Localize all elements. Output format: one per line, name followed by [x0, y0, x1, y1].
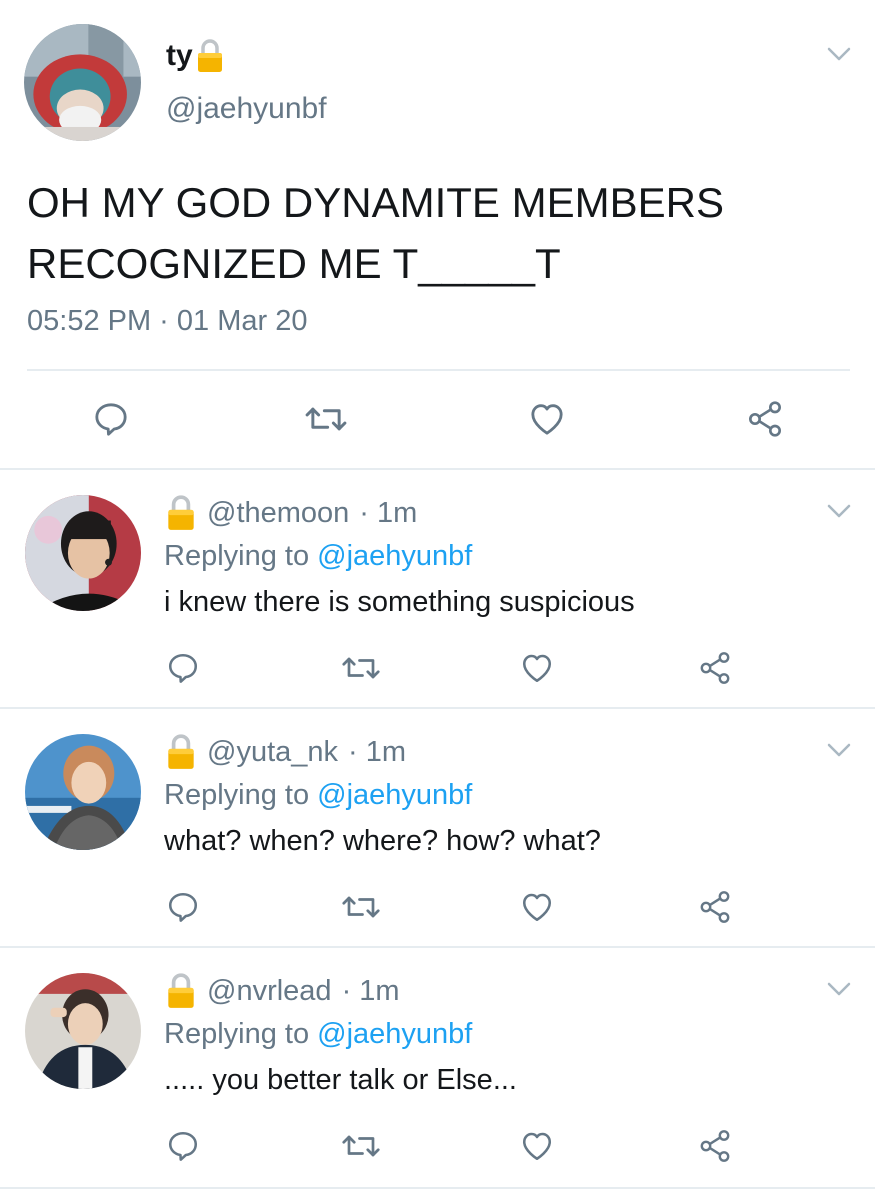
reply-button[interactable] [88, 398, 134, 440]
reply-button[interactable] [164, 650, 202, 686]
chevron-down-icon[interactable] [827, 47, 851, 61]
retweet-icon [305, 407, 347, 431]
share-icon [700, 891, 730, 923]
reply-tweet[interactable]: @nvrlead · 1m Replying to @jaehyunbf ...… [0, 948, 875, 1188]
lock-icon [165, 733, 197, 771]
chevron-down-icon[interactable] [827, 982, 851, 996]
share-button[interactable] [696, 889, 734, 925]
main-display-name-row[interactable]: ty [166, 38, 225, 74]
reply-header[interactable]: @nvrlead · 1m [165, 972, 400, 1010]
like-button[interactable] [524, 398, 570, 440]
avatar-image [25, 734, 141, 850]
reply-avatar[interactable] [25, 495, 141, 611]
share-icon [749, 401, 781, 437]
retweet-button[interactable] [340, 650, 382, 686]
retweet-button[interactable] [340, 1128, 382, 1164]
avatar-image [25, 973, 141, 1089]
reply-icon [168, 892, 198, 922]
reply-avatar[interactable] [25, 734, 141, 850]
reply-text: i knew there is something suspicious [164, 586, 635, 618]
avatar-image [25, 495, 141, 611]
like-icon [522, 1132, 552, 1161]
tweet-timestamp: 05:52 PM · 01 Mar 20 [27, 305, 308, 337]
replying-to: Replying to @jaehyunbf [164, 540, 472, 573]
replying-handle-link[interactable]: @jaehyunbf [317, 779, 472, 811]
tweet-text: OH MY GOD DYNAMITE MEMBERS RECOGNIZED ME… [27, 179, 724, 287]
retweet-button[interactable] [340, 889, 382, 925]
main-handle[interactable]: @jaehyunbf [166, 92, 327, 126]
retweet-button[interactable] [301, 398, 351, 440]
lock-icon [165, 972, 197, 1010]
like-button[interactable] [518, 650, 556, 686]
reply-handle[interactable]: @yuta_nk [207, 736, 338, 769]
like-icon [522, 654, 552, 683]
replying-to: Replying to @jaehyunbf [164, 779, 472, 812]
replying-to: Replying to @jaehyunbf [164, 1018, 472, 1051]
chevron-down-icon[interactable] [827, 504, 851, 518]
reply-icon [168, 653, 198, 683]
avatar-image [24, 24, 141, 141]
like-button[interactable] [518, 889, 556, 925]
share-button[interactable] [696, 650, 734, 686]
reply-time: · 1m [359, 496, 418, 529]
retweet-icon [342, 896, 380, 918]
replying-handle-link[interactable]: @jaehyunbf [317, 1018, 472, 1050]
reply-icon [95, 403, 127, 436]
reply-header[interactable]: @themoon · 1m [165, 494, 417, 532]
reply-tweet[interactable]: @yuta_nk · 1m Replying to @jaehyunbf wha… [0, 709, 875, 946]
like-button[interactable] [518, 1128, 556, 1164]
divider [27, 369, 850, 371]
share-icon [700, 1130, 730, 1162]
replying-handle-link[interactable]: @jaehyunbf [317, 540, 472, 572]
share-button[interactable] [742, 398, 788, 440]
reply-button[interactable] [164, 1128, 202, 1164]
retweet-icon [342, 1135, 380, 1157]
share-button[interactable] [696, 1128, 734, 1164]
reply-handle[interactable]: @themoon [207, 497, 349, 530]
reply-button[interactable] [164, 889, 202, 925]
reply-icon [168, 1131, 198, 1161]
reply-handle[interactable]: @nvrlead [207, 975, 332, 1008]
replying-prefix: Replying to [164, 1018, 310, 1050]
retweet-icon [342, 657, 380, 679]
share-icon [700, 652, 730, 684]
lock-icon [195, 38, 225, 74]
main-tweet-avatar[interactable] [24, 24, 141, 141]
replying-prefix: Replying to [164, 540, 310, 572]
like-icon [522, 893, 552, 922]
main-tweet: ty @jaehyunbf OH MY GOD DYNAMITE MEMBERS… [0, 0, 875, 469]
reply-text: what? when? where? how? what? [164, 825, 601, 857]
like-icon [531, 404, 563, 435]
replying-prefix: Replying to [164, 779, 310, 811]
reply-header[interactable]: @yuta_nk · 1m [165, 733, 406, 771]
reply-text: ..... you better talk or Else... [164, 1064, 517, 1096]
divider [0, 1187, 875, 1189]
display-name[interactable]: ty [166, 39, 193, 73]
chevron-down-icon[interactable] [827, 743, 851, 757]
lock-icon [165, 494, 197, 532]
reply-tweet[interactable]: @themoon · 1m Replying to @jaehyunbf i k… [0, 470, 875, 707]
reply-time: · 1m [348, 735, 407, 768]
reply-time: · 1m [341, 974, 400, 1007]
reply-avatar[interactable] [25, 973, 141, 1089]
